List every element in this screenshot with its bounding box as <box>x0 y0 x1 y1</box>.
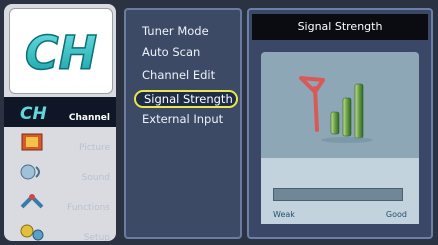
menu-item-tuner-mode[interactable]: Tuner Mode <box>142 22 209 40</box>
sidebar-item-label: Channel <box>68 113 110 123</box>
menu-item-external-input[interactable]: External Input <box>142 110 223 128</box>
sound-icon <box>20 164 40 180</box>
weak-label: Weak <box>273 210 295 219</box>
logo-text: CH <box>25 26 97 80</box>
signal-strength-panel: Signal Strength Weak Good <box>247 8 433 239</box>
channel-logo: CH <box>9 8 113 94</box>
sidebar-item-label: Picture <box>79 143 110 153</box>
channel-submenu: Tuner Mode Auto Scan Channel Edit Signal… <box>124 8 242 239</box>
category-sidebar: CH CH Channel Picture Sound Functions Se… <box>4 4 116 241</box>
signal-bar <box>273 188 403 201</box>
tv-menu-screen: CH CH Channel Picture Sound Functions Se… <box>0 0 438 245</box>
menu-item-signal-strength[interactable]: Signal Strength <box>134 90 238 108</box>
sidebar-item-label: Setup <box>83 233 110 241</box>
sidebar-item-sound[interactable]: Sound <box>4 157 116 187</box>
sidebar-item-label: Functions <box>67 203 110 213</box>
ch-icon: CH <box>20 104 47 123</box>
menu-item-channel-edit[interactable]: Channel Edit <box>142 66 215 84</box>
picture-icon <box>21 133 43 151</box>
signal-meter: Weak Good <box>261 158 419 224</box>
antenna-signal-icon <box>299 76 373 143</box>
svg-text:CH: CH <box>20 104 47 123</box>
ch-logo-icon: CH <box>24 25 98 81</box>
sidebar-item-label: Sound <box>81 173 110 183</box>
panel-title: Signal Strength <box>252 14 428 40</box>
setup-icon <box>20 224 44 241</box>
menu-item-auto-scan[interactable]: Auto Scan <box>142 43 200 61</box>
sidebar-item-channel[interactable]: CH Channel <box>4 97 116 127</box>
sidebar-item-setup[interactable]: Setup <box>4 217 116 241</box>
sidebar-item-picture[interactable]: Picture <box>4 127 116 157</box>
sidebar-item-functions[interactable]: Functions <box>4 187 116 217</box>
functions-icon <box>20 194 44 209</box>
good-label: Good <box>385 210 407 219</box>
